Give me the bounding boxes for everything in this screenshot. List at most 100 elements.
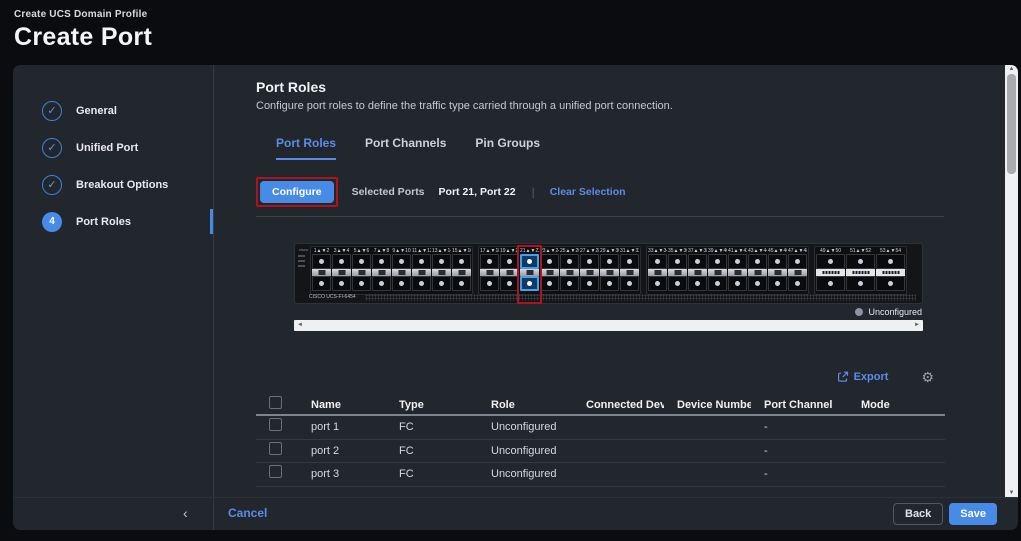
port-pair-53-54[interactable]: 53▲▼54 bbox=[876, 248, 905, 293]
scroll-down-icon[interactable]: ▼ bbox=[1005, 490, 1018, 496]
configure-button[interactable]: Configure bbox=[260, 181, 334, 203]
port-pair-45-46[interactable]: 45▲▼46 bbox=[768, 248, 787, 293]
column-header[interactable]: Connected Devic... bbox=[573, 399, 664, 411]
port-28[interactable] bbox=[580, 276, 599, 291]
port-17[interactable] bbox=[480, 254, 499, 269]
port-pair-37-38[interactable]: 37▲▼38 bbox=[688, 248, 707, 293]
port-19[interactable] bbox=[500, 254, 519, 269]
scroll-right-icon[interactable]: ► bbox=[911, 320, 923, 331]
port-25[interactable] bbox=[560, 254, 579, 269]
step-general[interactable]: ✓ General bbox=[13, 92, 213, 129]
port-31[interactable] bbox=[620, 254, 639, 269]
tab-port-channels[interactable]: Port Channels bbox=[365, 136, 446, 160]
port-51[interactable] bbox=[846, 254, 875, 269]
port-pair-5-6[interactable]: 5▲▼6 bbox=[352, 248, 371, 293]
port-26[interactable] bbox=[560, 276, 579, 291]
port-pair-51-52[interactable]: 51▲▼52 bbox=[846, 248, 875, 293]
port-39[interactable] bbox=[708, 254, 727, 269]
port-23[interactable] bbox=[540, 254, 559, 269]
port-15[interactable] bbox=[452, 254, 471, 269]
port-2[interactable] bbox=[312, 276, 331, 291]
port-43[interactable] bbox=[748, 254, 767, 269]
port-48[interactable] bbox=[788, 276, 807, 291]
port-12[interactable] bbox=[412, 276, 431, 291]
port-21[interactable] bbox=[520, 254, 539, 269]
port-36[interactable] bbox=[668, 276, 687, 291]
port-42[interactable] bbox=[728, 276, 747, 291]
port-pair-13-14[interactable]: 13▲▼14 bbox=[432, 248, 451, 293]
port-pair-17-18[interactable]: 17▲▼18 bbox=[480, 248, 499, 293]
port-pair-29-30[interactable]: 29▲▼30 bbox=[600, 248, 619, 293]
port-pair-47-48[interactable]: 47▲▼48 bbox=[788, 248, 807, 293]
port-45[interactable] bbox=[768, 254, 787, 269]
step-port-roles[interactable]: 4 Port Roles bbox=[13, 203, 213, 240]
port-13[interactable] bbox=[432, 254, 451, 269]
port-4[interactable] bbox=[332, 276, 351, 291]
port-27[interactable] bbox=[580, 254, 599, 269]
port-pair-33-34[interactable]: 33▲▼34 bbox=[648, 248, 667, 293]
port-14[interactable] bbox=[432, 276, 451, 291]
port-8[interactable] bbox=[372, 276, 391, 291]
port-pair-19-20[interactable]: 19▲▼20 bbox=[500, 248, 519, 293]
port-pair-21-22[interactable]: 21▲▼22 bbox=[517, 245, 542, 304]
port-pair-3-4[interactable]: 3▲▼4 bbox=[332, 248, 351, 293]
port-pair-11-12[interactable]: 11▲▼12 bbox=[412, 248, 431, 293]
table-settings-gear-icon[interactable]: ⚙ bbox=[921, 370, 934, 384]
port-pair-39-40[interactable]: 39▲▼40 bbox=[708, 248, 727, 293]
port-pair-49-50[interactable]: 49▲▼50 bbox=[816, 248, 845, 293]
save-button[interactable]: Save bbox=[949, 503, 997, 525]
port-33[interactable] bbox=[648, 254, 667, 269]
port-50[interactable] bbox=[816, 276, 845, 291]
port-pair-27-28[interactable]: 27▲▼28 bbox=[580, 248, 599, 293]
port-11[interactable] bbox=[412, 254, 431, 269]
port-29[interactable] bbox=[600, 254, 619, 269]
clear-selection-link[interactable]: Clear Selection bbox=[550, 186, 626, 198]
port-1[interactable] bbox=[312, 254, 331, 269]
port-35[interactable] bbox=[668, 254, 687, 269]
column-header[interactable]: Name bbox=[298, 399, 386, 411]
port-16[interactable] bbox=[452, 276, 471, 291]
port-9[interactable] bbox=[392, 254, 411, 269]
step-breakout-options[interactable]: ✓ Breakout Options bbox=[13, 166, 213, 203]
port-40[interactable] bbox=[708, 276, 727, 291]
port-18[interactable] bbox=[480, 276, 499, 291]
port-pair-7-8[interactable]: 7▲▼8 bbox=[372, 248, 391, 293]
port-41[interactable] bbox=[728, 254, 747, 269]
cancel-button[interactable]: Cancel bbox=[228, 506, 267, 520]
port-5[interactable] bbox=[352, 254, 371, 269]
port-46[interactable] bbox=[768, 276, 787, 291]
port-47[interactable] bbox=[788, 254, 807, 269]
port-pair-31-32[interactable]: 31▲▼32 bbox=[620, 248, 639, 293]
diagram-horizontal-scrollbar[interactable]: ◄ ► bbox=[294, 320, 923, 331]
port-52[interactable] bbox=[846, 276, 875, 291]
port-pair-9-10[interactable]: 9▲▼10 bbox=[392, 248, 411, 293]
port-7[interactable] bbox=[372, 254, 391, 269]
scroll-left-icon[interactable]: ◄ bbox=[294, 320, 306, 331]
select-all-checkbox[interactable] bbox=[269, 395, 282, 409]
port-54[interactable] bbox=[876, 276, 905, 291]
tab-port-roles[interactable]: Port Roles bbox=[276, 136, 337, 160]
port-24[interactable] bbox=[540, 276, 559, 291]
port-30[interactable] bbox=[600, 276, 619, 291]
back-button[interactable]: Back bbox=[893, 503, 944, 525]
port-3[interactable] bbox=[332, 254, 351, 269]
column-header[interactable]: Port Channel bbox=[751, 399, 848, 411]
port-38[interactable] bbox=[688, 276, 707, 291]
port-pair-41-42[interactable]: 41▲▼42 bbox=[728, 248, 747, 293]
port-10[interactable] bbox=[392, 276, 411, 291]
port-32[interactable] bbox=[620, 276, 639, 291]
step-unified-port[interactable]: ✓ Unified Port bbox=[13, 129, 213, 166]
tab-pin-groups[interactable]: Pin Groups bbox=[475, 136, 540, 160]
content-vertical-scrollbar[interactable]: ▲ ▼ bbox=[1005, 65, 1018, 497]
row-checkbox[interactable] bbox=[269, 441, 282, 455]
port-44[interactable] bbox=[748, 276, 767, 291]
scrollbar-thumb[interactable] bbox=[1007, 74, 1016, 174]
port-6[interactable] bbox=[352, 276, 371, 291]
column-header[interactable]: Mode bbox=[848, 399, 945, 411]
port-22[interactable] bbox=[520, 276, 539, 291]
port-34[interactable] bbox=[648, 276, 667, 291]
column-header[interactable]: Device Number bbox=[664, 399, 751, 411]
column-header[interactable]: Role bbox=[478, 399, 573, 411]
scroll-up-icon[interactable]: ▲ bbox=[1005, 66, 1018, 72]
port-pair-43-44[interactable]: 43▲▼44 bbox=[748, 248, 767, 293]
